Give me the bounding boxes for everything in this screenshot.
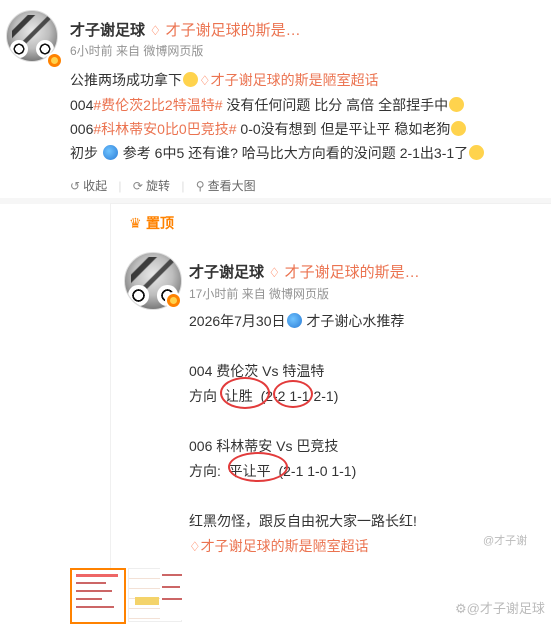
post-content: 公推两场成功拿下 ♢才子谢足球的斯是陋室超话 004#费伦茨2比2特温特# 没有任…: [70, 68, 485, 165]
hashtag-link-2[interactable]: #科林蒂安0比0巴竞技#: [93, 121, 236, 137]
pinned-label: 置顶: [146, 215, 175, 231]
author-name[interactable]: 才子谢足球: [70, 22, 145, 39]
thumbnail-1[interactable]: [70, 568, 126, 624]
post-source: 来自 微博网页版: [116, 44, 204, 58]
super-topic-link[interactable]: 才子谢足球的斯是…: [166, 22, 301, 39]
pinned-gem-icon: ♢: [268, 265, 281, 280]
smirk-emoji-icon: [183, 72, 198, 87]
red-circle-annotation-1: [220, 377, 270, 409]
pinned-time: 17小时前: [189, 287, 239, 301]
post-line-3: 006#科林蒂安0比0巴竞技# 0-0没有想到 但是平让平 稳如老狗: [70, 117, 485, 141]
pinned-date-line: 2026年7月30日 才子谢心水推荐: [189, 313, 405, 329]
rotate-button[interactable]: ⟳ 旋转: [133, 179, 170, 193]
super-topic-gem-icon: ♢: [149, 23, 162, 38]
view-large-button[interactable]: ⚲ 查看大图: [196, 179, 256, 193]
collapse-button[interactable]: ↺ 收起: [70, 179, 107, 193]
inner-watermark: @才子谢: [483, 535, 528, 547]
super-topic-inline-link[interactable]: 才子谢足球的斯是陋室超话: [211, 72, 379, 88]
post-line-2: 004#费伦茨2比2特温特# 没有任何问题 比分 高倍 全部捏手中: [70, 93, 485, 117]
rotate-icon: ⟳: [132, 179, 143, 193]
post-line-4: 初步 参考 6中5 还有谁? 哈马比大方向看的没问题 2-1出3-1了: [70, 141, 485, 165]
pinned-match-2: 006 科林蒂安 Vs 巴竞技: [189, 438, 339, 454]
post-time[interactable]: 6小时前: [70, 44, 113, 58]
pinned-verified-badge-icon: [165, 292, 182, 309]
pinned-source: 来自 微博网页版: [241, 287, 330, 301]
pinned-match-2-direction: 方向: 平让平 (2-1 1-0 1-1): [189, 463, 357, 479]
sweat-emoji-icon: [469, 145, 485, 160]
pinned-super-topic-link[interactable]: 才子谢足球的斯是…: [285, 264, 420, 281]
pin-icon: ♛: [129, 215, 142, 231]
pinned-topic-line: ♢才子谢足球的斯是陋室超话: [189, 538, 369, 554]
pinned-closing: 红黑勿怪，跟反自由祝大家一路长红!: [189, 513, 417, 529]
post-line-1: 公推两场成功拿下 ♢才子谢足球的斯是陋室超话: [70, 72, 379, 88]
pinned-author-name[interactable]: 才子谢足球: [189, 264, 264, 281]
earth-emoji-icon: [102, 145, 118, 160]
verified-badge-icon: [46, 52, 63, 69]
weibo-logo-icon: ⚙: [455, 601, 467, 616]
pinned-topic-link: 才子谢足球的斯是陋室超话: [200, 538, 369, 554]
red-circle-annotation-3: [228, 452, 288, 482]
hashtag-link-1[interactable]: #费伦茨2比2特温特#: [93, 97, 222, 113]
surprised-emoji-icon: [449, 97, 465, 112]
red-circle-annotation-2: [273, 380, 313, 408]
thumbnail-3[interactable]: [160, 568, 186, 620]
weibo-watermark: ⚙@才子谢足球: [455, 601, 545, 616]
magnify-icon: ⚲: [195, 179, 205, 193]
smirk-emoji-icon-2: [451, 121, 467, 136]
image-preview[interactable]: ♛ 置顶 才子谢足球 ♢ 才子谢足球的斯是… 17小时前 来自 微博网页版 20…: [110, 203, 551, 623]
pinned-match-1: 004 费伦茨 Vs 特温特: [189, 363, 325, 379]
pinned-earth-icon: [286, 313, 302, 328]
collapse-icon: ↺: [70, 179, 81, 193]
